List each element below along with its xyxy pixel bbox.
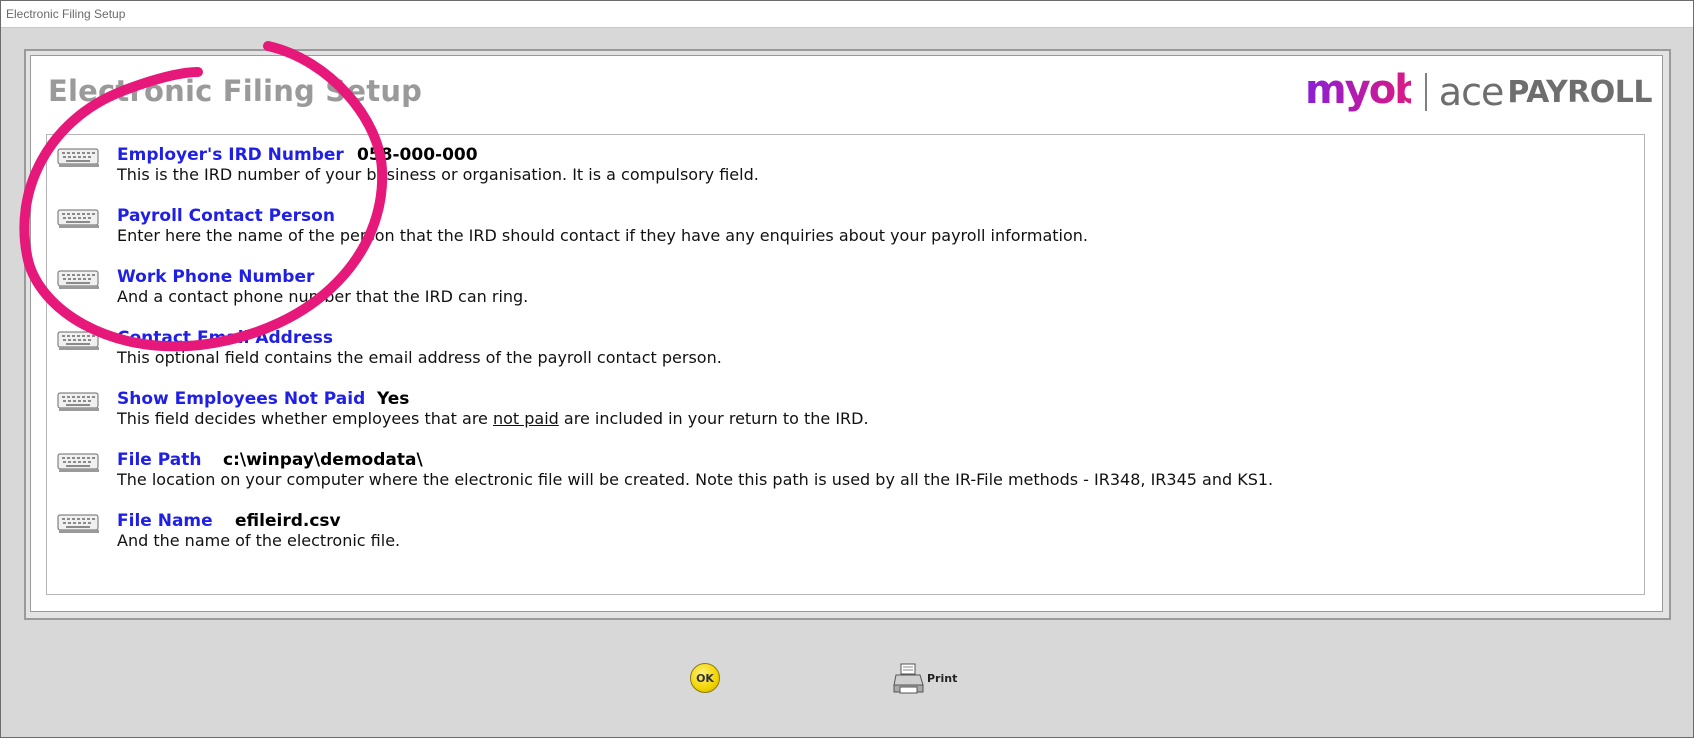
work-phone-description: And a contact phone number that the IRD … [117, 287, 529, 306]
fields-panel: Employer's IRD Number 058-000-000 This i… [46, 134, 1645, 595]
file-name-description: And the name of the electronic file. [117, 531, 401, 550]
field-row-file-path: File Path c:\winpay\demodata\ The locati… [47, 440, 1637, 496]
file-name-value[interactable]: efileird.csv [235, 511, 341, 531]
keyboard-icon[interactable] [57, 208, 101, 230]
ok-button-label: OK [696, 671, 714, 685]
print-button[interactable]: Print [893, 661, 957, 695]
file-path-value[interactable]: c:\winpay\demodata\ [223, 450, 423, 470]
keyboard-icon[interactable] [57, 391, 101, 413]
employer-ird-label[interactable]: Employer's IRD Number [117, 145, 344, 165]
printer-icon [893, 663, 924, 694]
field-row-show-employees: Show Employees Not Paid Yes This field d… [47, 379, 1637, 435]
svg-text:myob: myob [1305, 67, 1411, 113]
content-frame: Electronic Filing Setup myob ace PAYROLL [24, 49, 1671, 620]
file-name-label[interactable]: File Name [117, 511, 213, 531]
field-row-contact-email: Contact Email Address This optional fiel… [47, 318, 1637, 374]
ok-button[interactable]: OK [690, 663, 720, 693]
app-window: Electronic Filing Setup Electronic Filin… [0, 0, 1694, 738]
description-text: This field decides whether employees tha… [117, 409, 493, 428]
logo-ace: ace [1438, 70, 1505, 114]
employer-ird-value[interactable]: 058-000-000 [357, 145, 478, 165]
work-phone-label[interactable]: Work Phone Number [117, 267, 314, 287]
field-row-payroll-contact: Payroll Contact Person Enter here the na… [47, 196, 1637, 252]
field-row-employer-ird: Employer's IRD Number 058-000-000 This i… [47, 135, 1637, 191]
content-area: Electronic Filing Setup myob ace PAYROLL [30, 55, 1663, 612]
contact-email-label[interactable]: Contact Email Address [117, 328, 333, 348]
field-row-file-name: File Name efileird.csv And the name of t… [47, 501, 1637, 557]
payroll-contact-label[interactable]: Payroll Contact Person [117, 206, 335, 226]
show-employees-description: This field decides whether employees tha… [117, 409, 869, 428]
employer-ird-description: This is the IRD number of your business … [117, 165, 759, 184]
show-employees-value[interactable]: Yes [377, 389, 409, 409]
logo-payroll: PAYROLL [1507, 74, 1652, 110]
show-employees-label[interactable]: Show Employees Not Paid [117, 389, 365, 409]
description-text: are included in your return to the IRD. [558, 409, 869, 428]
payroll-contact-description: Enter here the name of the person that t… [117, 226, 1088, 245]
myob-ace-payroll-logo: myob ace PAYROLL [1305, 66, 1653, 118]
window-title: Electronic Filing Setup [6, 7, 126, 21]
field-row-work-phone: Work Phone Number And a contact phone nu… [47, 257, 1637, 313]
print-button-label: Print [927, 671, 958, 685]
contact-email-description: This optional field contains the email a… [117, 348, 722, 367]
keyboard-icon[interactable] [57, 147, 101, 169]
logo-separator [1424, 73, 1427, 111]
file-path-label[interactable]: File Path [117, 450, 201, 470]
keyboard-icon[interactable] [57, 513, 101, 535]
file-path-description: The location on your computer where the … [117, 470, 1274, 489]
keyboard-icon[interactable] [57, 330, 101, 352]
keyboard-icon[interactable] [57, 452, 101, 474]
myob-logo: myob [1305, 67, 1411, 113]
title-bar: Electronic Filing Setup [1, 1, 1693, 28]
page-title: Electronic Filing Setup [48, 74, 423, 108]
keyboard-icon[interactable] [57, 269, 101, 291]
not-paid-underline: not paid [492, 409, 559, 428]
